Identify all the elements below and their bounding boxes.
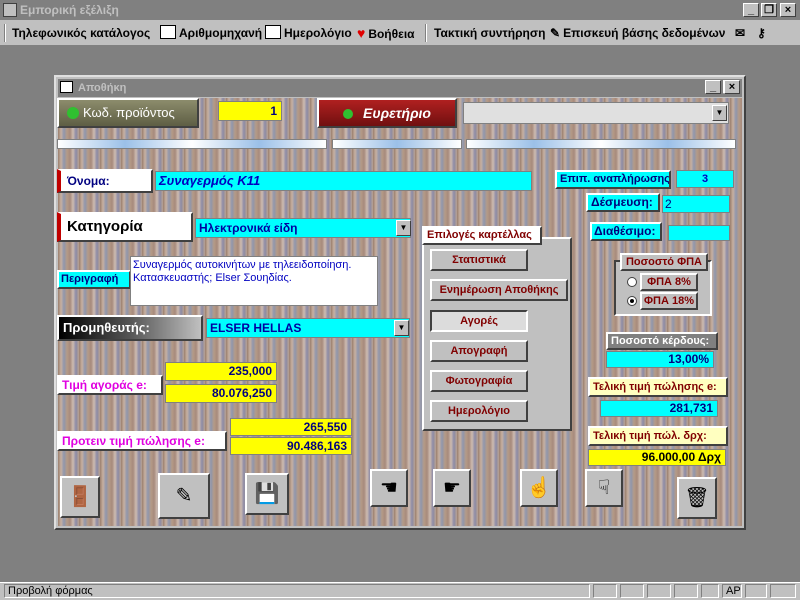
category-dropdown[interactable]: ▼ [396, 220, 411, 236]
wrench-icon: ✎ [550, 26, 561, 40]
statistics-button[interactable]: Στατιστικά [430, 249, 528, 271]
suggested-price-drx[interactable]: 90.486,163 [230, 437, 352, 455]
photo-button[interactable]: Φωτογραφία [430, 370, 528, 392]
menu-help[interactable]: ♥ Βοήθεια [357, 24, 415, 42]
product-code-field[interactable]: 1 [218, 101, 282, 121]
menu-maintenance[interactable]: Τακτική συντήρηση [434, 24, 545, 42]
name-label: Όνομα: [57, 169, 153, 193]
purchases-button[interactable]: Αγορές [430, 310, 528, 332]
profit-label: Ποσοστό κέρδους: [606, 332, 718, 350]
inventory-button[interactable]: Απογραφή [430, 340, 528, 362]
heart-icon: ♥ [357, 25, 366, 41]
final-price-eur-field[interactable]: 281,731 [600, 400, 718, 417]
update-warehouse-button[interactable]: Ενημέρωση Αποθήκης [430, 279, 568, 301]
available-label: Διαθέσιμο: [590, 222, 662, 241]
progress-bar-1 [57, 139, 327, 149]
key-icon[interactable]: ⚷ [757, 24, 766, 42]
vat-8-label[interactable]: ΦΠΑ 8% [640, 273, 698, 291]
form-title-bar: Αποθήκη [58, 79, 742, 97]
reorder-field[interactable]: 3 [676, 170, 734, 188]
category-label: Κατηγορία [57, 212, 193, 242]
save-floppy-icon[interactable]: 💾 [245, 473, 289, 515]
category-combo[interactable]: Ηλεκτρονικά είδη [195, 218, 411, 238]
reserved-field[interactable]: 2 [662, 195, 730, 213]
final-price-eur-label: Τελική τιμή πώλησης e: [588, 377, 728, 397]
status-cell-4 [674, 584, 698, 598]
description-field[interactable]: Συναγερμός αυτοκινήτων με τηλεειδοποίηση… [130, 256, 378, 306]
reserved-label: Δέσμευση: [586, 193, 660, 212]
form-icon [60, 81, 73, 93]
green-dot-icon [67, 107, 79, 119]
suggested-price-label: Προτειν τιμή πώλησης e: [57, 431, 227, 451]
edit-pen-icon[interactable]: ✎ [158, 473, 210, 519]
vat-18-label[interactable]: ΦΠΑ 18% [640, 292, 698, 310]
vat-18-radio[interactable] [627, 296, 637, 306]
form-title: Αποθήκη [78, 82, 127, 94]
profit-field[interactable]: 13,00% [606, 351, 714, 368]
app-title-bar: Εμπορική εξέλιξη [0, 0, 800, 20]
green-dot-icon [343, 109, 353, 119]
index-combo[interactable] [463, 102, 729, 124]
menu-separator [425, 24, 427, 42]
restore-button[interactable]: ❐ [761, 3, 777, 17]
product-code-label: Κωδ. προϊόντος [57, 98, 199, 128]
trash-icon[interactable]: 🗑 [677, 477, 717, 519]
index-combo-dropdown[interactable]: ▼ [712, 105, 727, 121]
hand-right-icon[interactable]: ☛ [433, 469, 471, 507]
status-cell-1 [593, 584, 617, 598]
reorder-label: Επιπ. αναπλήρωσης [555, 170, 671, 189]
supplier-combo[interactable]: ELSER HELLAS [206, 318, 410, 338]
menu-calendar[interactable]: Ημερολόγιο [265, 24, 352, 42]
menu-repair-db[interactable]: ✎ Επισκευή βάσης δεδομένων [550, 24, 725, 42]
menu-grip [4, 24, 6, 42]
suggested-price-eur[interactable]: 265,550 [230, 418, 352, 436]
purchase-price-drx[interactable]: 80.076,250 [165, 384, 277, 403]
calendar-button[interactable]: Ημερολόγιο [430, 400, 528, 422]
form-close-button[interactable]: × [724, 80, 740, 94]
close-button[interactable]: × [780, 3, 796, 17]
calculator-icon [160, 25, 176, 39]
form-minimize-button[interactable]: _ [705, 80, 721, 94]
final-price-drx-label: Τελική τιμή πώλ. δρχ: [588, 426, 728, 446]
status-cell-3 [647, 584, 671, 598]
progress-bar-2 [332, 139, 462, 149]
status-caps: ΑΡ [722, 584, 742, 598]
status-cell-5 [701, 584, 719, 598]
app-icon [3, 3, 17, 17]
vat-8-radio[interactable] [627, 277, 637, 287]
exit-door-icon[interactable]: 🚪 [60, 476, 100, 518]
hand-left-icon[interactable]: ☚ [370, 469, 408, 507]
card-options-title: Επιλογές καρτέλλας [422, 226, 542, 245]
status-text: Προβολή φόρμας [4, 584, 590, 598]
app-title: Εμπορική εξέλιξη [20, 3, 119, 17]
menu-phonebook[interactable]: Τηλεφωνικός κατάλογος [12, 24, 150, 42]
description-label: Περιγραφή [57, 270, 131, 289]
status-cell-6 [745, 584, 767, 598]
purchase-price-eur[interactable]: 235,000 [165, 362, 277, 381]
index-button[interactable]: Ευρετήριο [317, 98, 457, 128]
name-field[interactable]: Συναγερμός Κ11 [155, 171, 532, 191]
calendar-icon [265, 25, 281, 39]
supplier-dropdown[interactable]: ▼ [394, 320, 409, 336]
minimize-button[interactable]: _ [743, 3, 759, 17]
menu-calculator[interactable]: Αριθμομηχανή [160, 24, 262, 42]
purchase-price-label: Τιμή αγοράς e: [57, 375, 163, 395]
notes-icon[interactable]: ✉ [735, 24, 745, 42]
hand-down-icon[interactable]: ☟ [585, 469, 623, 507]
vat-title: Ποσοστό ΦΠΑ [620, 253, 708, 271]
status-cell-2 [620, 584, 644, 598]
status-cell-7 [770, 584, 796, 598]
progress-bar-3 [466, 139, 736, 149]
hand-up-icon[interactable]: ☝ [520, 469, 558, 507]
supplier-label: Προμηθευτής: [57, 315, 203, 341]
final-price-drx-field[interactable]: 96.000,00 Δρχ [588, 449, 726, 466]
available-field[interactable] [668, 225, 730, 241]
